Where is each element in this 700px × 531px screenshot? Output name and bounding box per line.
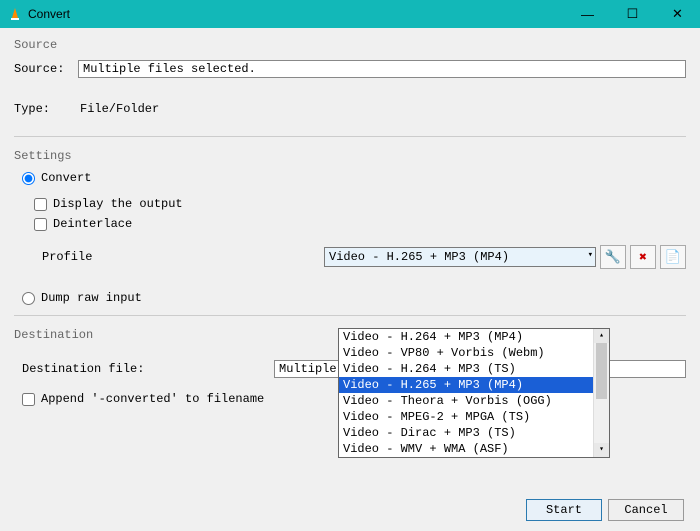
deinterlace-label: Deinterlace bbox=[53, 217, 132, 231]
display-output-label: Display the output bbox=[53, 197, 183, 211]
scroll-thumb[interactable] bbox=[596, 343, 607, 399]
dropdown-scrollbar[interactable]: ▴ ▾ bbox=[593, 329, 609, 457]
x-icon: ✖ bbox=[639, 250, 647, 265]
dump-raw-row: Dump raw input bbox=[22, 291, 686, 305]
source-section-label: Source bbox=[14, 38, 686, 52]
convert-radio[interactable] bbox=[22, 172, 35, 185]
append-converted-checkbox[interactable] bbox=[22, 393, 35, 406]
source-label: Source: bbox=[14, 62, 72, 76]
type-label: Type: bbox=[14, 102, 72, 116]
dialog-content: Source Source: Type: File/Folder Setting… bbox=[0, 28, 700, 531]
close-button[interactable]: ✕ bbox=[655, 0, 700, 28]
chevron-down-icon: ▾ bbox=[588, 250, 593, 260]
edit-profile-button[interactable]: 🔧 bbox=[600, 245, 626, 269]
deinterlace-row: Deinterlace bbox=[34, 217, 686, 231]
vlc-logo-icon bbox=[8, 7, 22, 21]
settings-section-label: Settings bbox=[14, 149, 686, 163]
new-profile-button[interactable]: 📄 bbox=[660, 245, 686, 269]
delete-profile-button[interactable]: ✖ bbox=[630, 245, 656, 269]
append-converted-label: Append '-converted' to filename bbox=[41, 392, 264, 406]
profile-dropdown-list: Video - H.264 + MP3 (MP4) Video - VP80 +… bbox=[338, 328, 610, 458]
list-item[interactable]: Video - WMV + WMA (ASF) bbox=[339, 441, 593, 457]
window-title: Convert bbox=[28, 7, 565, 21]
display-output-row: Display the output bbox=[34, 197, 686, 211]
dump-raw-label: Dump raw input bbox=[41, 291, 142, 305]
list-item[interactable]: Video - Theora + Vorbis (OGG) bbox=[339, 393, 593, 409]
list-item[interactable]: Video - Dirac + MP3 (TS) bbox=[339, 425, 593, 441]
source-row: Source: bbox=[14, 60, 686, 78]
cancel-button[interactable]: Cancel bbox=[608, 499, 684, 521]
convert-radio-label: Convert bbox=[41, 171, 91, 185]
destination-file-label: Destination file: bbox=[14, 362, 274, 376]
deinterlace-checkbox[interactable] bbox=[34, 218, 47, 231]
type-row: Type: File/Folder bbox=[14, 102, 686, 116]
scroll-down-icon: ▾ bbox=[594, 443, 609, 457]
list-item[interactable]: Video - MPEG-2 + MPGA (TS) bbox=[339, 409, 593, 425]
profile-combobox[interactable]: Video - H.265 + MP3 (MP4) ▾ bbox=[324, 247, 596, 267]
start-button[interactable]: Start bbox=[526, 499, 602, 521]
list-item[interactable]: Video - H.264 + MP3 (TS) bbox=[339, 361, 593, 377]
wrench-icon: 🔧 bbox=[605, 250, 621, 265]
list-item[interactable]: Video - H.264 + MP3 (MP4) bbox=[339, 329, 593, 345]
new-file-icon: 📄 bbox=[665, 250, 681, 265]
convert-radio-row: Convert bbox=[22, 171, 686, 185]
divider-1 bbox=[14, 136, 686, 137]
titlebar: Convert — ☐ ✕ bbox=[0, 0, 700, 28]
list-item[interactable]: Video - H.265 + MP3 (MP4) bbox=[339, 377, 593, 393]
maximize-button[interactable]: ☐ bbox=[610, 0, 655, 28]
dropdown-items: Video - H.264 + MP3 (MP4) Video - VP80 +… bbox=[339, 329, 593, 457]
scroll-up-icon: ▴ bbox=[594, 329, 609, 343]
list-item[interactable]: Video - VP80 + Vorbis (Webm) bbox=[339, 345, 593, 361]
display-output-checkbox[interactable] bbox=[34, 198, 47, 211]
profile-selected-text: Video - H.265 + MP3 (MP4) bbox=[329, 250, 509, 264]
minimize-button[interactable]: — bbox=[565, 0, 610, 28]
source-input[interactable] bbox=[78, 60, 686, 78]
profile-row: Profile Video - H.265 + MP3 (MP4) ▾ 🔧 ✖ … bbox=[42, 245, 686, 269]
profile-label: Profile bbox=[42, 250, 324, 264]
divider-2 bbox=[14, 315, 686, 316]
dump-raw-radio[interactable] bbox=[22, 292, 35, 305]
footer-buttons: Start Cancel bbox=[526, 499, 684, 521]
type-value: File/Folder bbox=[80, 102, 159, 116]
